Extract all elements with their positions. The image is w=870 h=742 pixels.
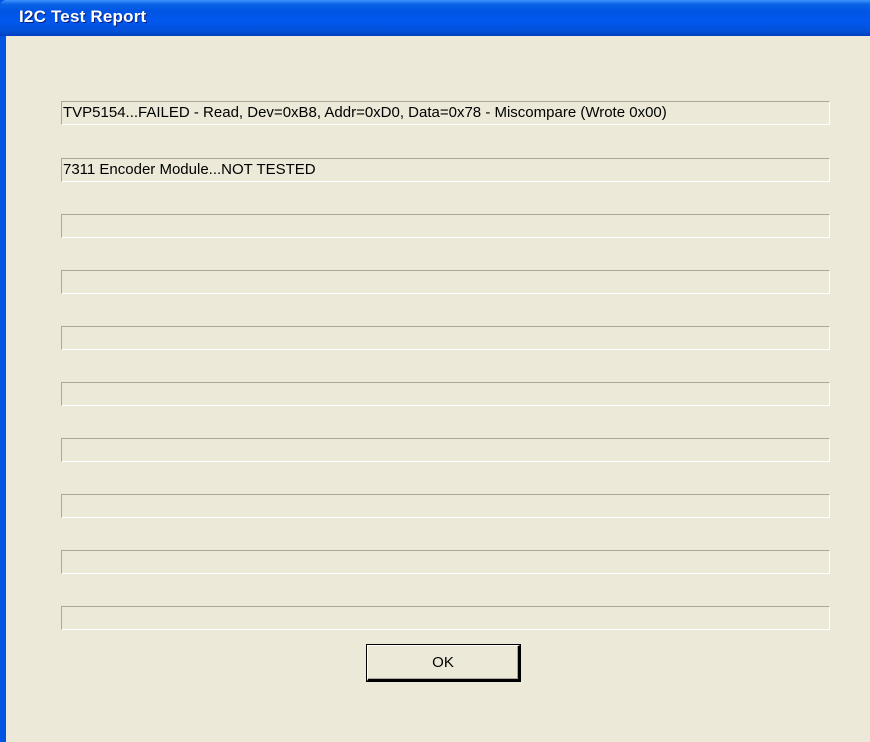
result-field-7 <box>61 438 830 462</box>
result-field-3 <box>61 214 830 238</box>
result-field-1: TVP5154...FAILED - Read, Dev=0xB8, Addr=… <box>61 101 830 125</box>
dialog-content: TVP5154...FAILED - Read, Dev=0xB8, Addr=… <box>6 36 870 742</box>
title-bar[interactable]: I2C Test Report <box>0 0 870 36</box>
dialog-window: I2C Test Report TVP5154...FAILED - Read,… <box>0 0 870 742</box>
window-title: I2C Test Report <box>19 7 147 26</box>
result-field-5 <box>61 326 830 350</box>
ok-button-label: OK <box>432 654 454 671</box>
result-field-4 <box>61 270 830 294</box>
ok-button[interactable]: OK <box>366 644 521 682</box>
result-field-2: 7311 Encoder Module...NOT TESTED <box>61 158 830 182</box>
result-field-10 <box>61 606 830 630</box>
result-field-9 <box>61 550 830 574</box>
result-field-6 <box>61 382 830 406</box>
result-field-8 <box>61 494 830 518</box>
